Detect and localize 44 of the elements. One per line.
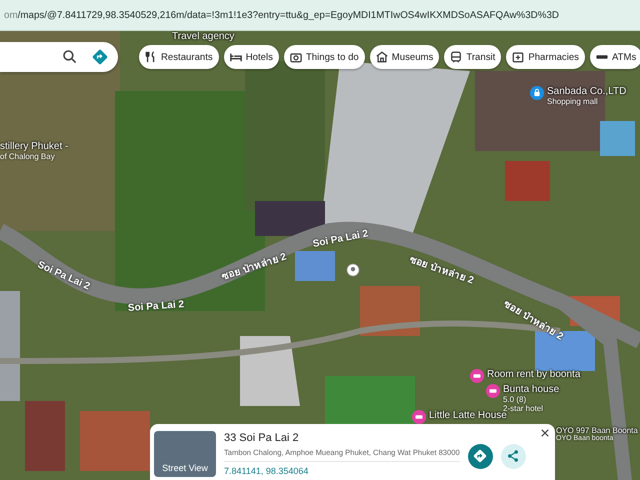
category-chip[interactable]: Things to do <box>284 45 365 69</box>
category-text: 2-star hotel <box>503 404 544 413</box>
medical-cross-icon <box>512 51 524 63</box>
category-chip[interactable]: Restaurants <box>139 45 219 69</box>
category-chip[interactable]: Museums <box>370 45 440 69</box>
address-bar[interactable]: om/maps/@7.8411729,98.3540529,216m/data=!3m1!1e3?entry=ttu&g_ep=EgoyMDI1MTIwOS4wIKXMDSoASAFQAw%3D%3D <box>0 0 640 31</box>
url-text: om/maps/@7.8411729,98.3540529,216m/data=!3m1!1e3?entry=ttu&g_ep=EgoyMDI1MTIwOS4wIKXMDSoASAFQAw%3D%3D <box>4 10 559 20</box>
camera-icon <box>290 51 302 63</box>
directions-icon <box>472 448 488 464</box>
place-label[interactable]: Room rent by boonta <box>487 369 580 380</box>
location-pin-icon <box>346 263 360 277</box>
rating-text: 5.0 (8) <box>503 395 528 404</box>
category-chip[interactable]: Pharmacies <box>506 45 585 69</box>
road-label: Soi Pa Lai 2 <box>36 259 92 292</box>
directions-button[interactable] <box>468 444 493 468</box>
street-view-label: Street View <box>162 463 208 473</box>
bed-icon <box>230 51 242 63</box>
coordinates-link[interactable]: 7.841141, 98.354064 <box>224 461 460 476</box>
place-title: 33 Soi Pa Lai 2 <box>224 432 300 444</box>
place-subtitle[interactable]: Shopping mall <box>547 97 626 106</box>
train-icon <box>450 51 462 63</box>
fork-knife-icon <box>145 51 157 63</box>
street-view-thumbnail[interactable]: Street View <box>154 431 216 477</box>
share-button[interactable] <box>500 444 526 468</box>
search-box[interactable] <box>0 42 118 72</box>
place-subtitle[interactable]: of Chalong Bay <box>0 152 68 161</box>
search-icon[interactable] <box>62 49 78 65</box>
road-label: ซอย ป่าหล่าย 2 <box>220 250 288 284</box>
hotel-pin-icon[interactable] <box>412 410 426 424</box>
place-label[interactable]: Bunta house <box>503 384 560 395</box>
category-chip[interactable]: Transit <box>444 45 502 69</box>
hotel-pin-icon[interactable] <box>470 369 484 383</box>
close-icon[interactable] <box>541 429 549 437</box>
building-icon <box>376 51 388 63</box>
place-label[interactable]: Travel agency <box>172 31 234 42</box>
category-chip[interactable]: ATMs <box>590 45 640 69</box>
place-label[interactable]: stillery Phuket - <box>0 141 68 152</box>
place-label[interactable]: OYO 997 Baan Boonta <box>556 426 638 435</box>
road-label: Soi Pa Lai 2 <box>312 228 370 250</box>
category-chip[interactable]: Hotels <box>224 45 279 69</box>
place-label[interactable]: Sanbada Co.,LTD <box>547 86 626 97</box>
road-label: Soi Pa Lai 2 <box>128 299 184 314</box>
place-label[interactable]: Little Latte House <box>429 410 507 421</box>
hotel-pin-icon[interactable] <box>486 384 500 398</box>
